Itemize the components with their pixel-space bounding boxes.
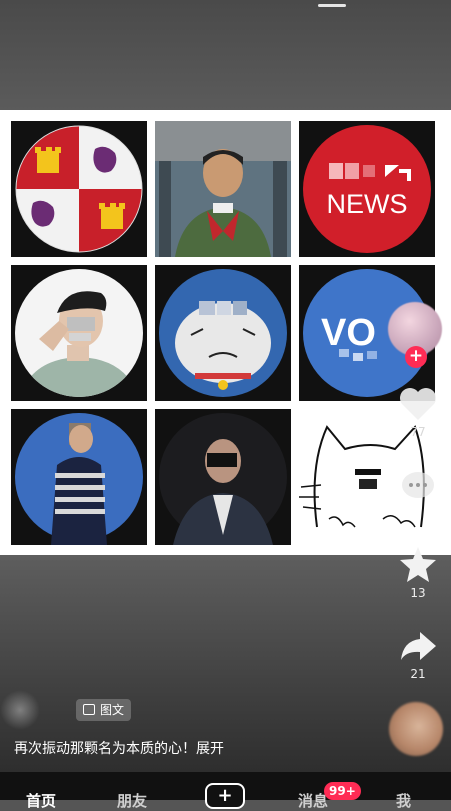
decorative-smudge	[0, 690, 40, 730]
avatar-tile-heraldic-shield[interactable]	[11, 121, 147, 257]
avatar-tile-striped-sweater[interactable]	[11, 409, 147, 545]
news-label: NEWS	[327, 189, 408, 219]
post-type-tag: 图文	[76, 699, 132, 721]
man-in-suit-image	[155, 409, 291, 545]
share-button[interactable]: 21	[394, 628, 442, 681]
post-caption[interactable]: 再次振动那颗名为本质的心！展开	[14, 738, 224, 758]
image-post-icon	[83, 704, 95, 715]
favorite-button[interactable]: 13	[394, 545, 442, 600]
like-button[interactable]: 77	[394, 386, 442, 439]
create-post-button[interactable]: +	[205, 783, 245, 809]
news-logo-image: NEWS	[299, 121, 435, 257]
star-icon	[400, 547, 436, 582]
cartoon-cat-image	[155, 265, 291, 401]
status-handle	[318, 4, 346, 7]
avatar-tile-man-portrait[interactable]	[11, 265, 147, 401]
share-arrow-icon	[401, 632, 436, 660]
comment-button[interactable]	[394, 468, 442, 507]
share-count: 21	[410, 667, 426, 681]
nav-me[interactable]: 我	[396, 790, 411, 811]
post-type-label: 图文	[100, 703, 125, 717]
top-background	[0, 0, 451, 110]
man-portrait-image	[11, 265, 147, 401]
favorite-count: 13	[410, 586, 426, 600]
avatar-tile-child-photo[interactable]	[155, 121, 291, 257]
bottom-background	[0, 555, 451, 800]
follow-plus-button[interactable]: +	[405, 346, 427, 368]
avatar-tile-man-in-suit[interactable]	[155, 409, 291, 545]
voa-label: VO	[321, 312, 376, 354]
nav-friends[interactable]: 朋友	[117, 790, 147, 811]
music-disc-icon[interactable]	[389, 702, 443, 756]
image-card[interactable]: NEWS VO	[0, 110, 451, 555]
avatar-tile-cartoon-cat[interactable]	[155, 265, 291, 401]
comment-icon	[402, 472, 434, 498]
child-photo-image	[155, 121, 291, 257]
striped-sweater-image	[11, 409, 147, 545]
nav-home[interactable]: 首页	[26, 790, 56, 811]
heraldic-shield-image	[11, 121, 147, 257]
inbox-badge: 99+	[324, 782, 361, 800]
like-count: 77	[410, 425, 426, 439]
avatar-tile-news-logo[interactable]: NEWS	[299, 121, 435, 257]
heart-icon	[400, 388, 436, 420]
